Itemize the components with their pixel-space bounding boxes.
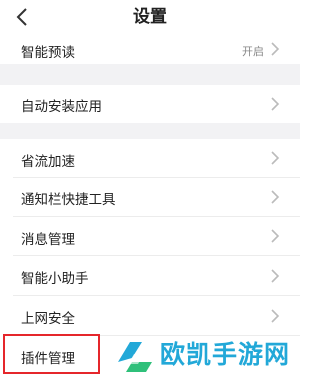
chevron-right-icon: [271, 190, 280, 204]
watermark-text: 欧凯手游网: [160, 340, 291, 369]
setting-value: 开启: [242, 45, 264, 58]
setting-label: 上网安全: [21, 311, 75, 327]
page-title: 设置: [133, 7, 167, 27]
chevron-right-icon: [271, 309, 280, 323]
watermark: 欧凯手游网: [112, 330, 297, 382]
chevron-right-icon: [271, 151, 280, 165]
setting-label: 省流加速: [21, 154, 75, 170]
setting-label: 自动安装应用: [21, 99, 102, 115]
top-bar: 设置: [0, 0, 300, 34]
setting-label: 通知栏快捷工具: [21, 192, 116, 208]
highlight-box: [3, 334, 100, 374]
section-separator: [0, 64, 300, 85]
chevron-right-icon: [271, 42, 280, 56]
setting-data-saver[interactable]: 省流加速: [0, 139, 300, 177]
setting-smart-preload[interactable]: 智能预读 开启: [0, 34, 300, 64]
setting-label: 智能小助手: [21, 271, 89, 287]
chevron-right-icon: [271, 269, 280, 283]
setting-label: 消息管理: [21, 232, 75, 248]
setting-notification-tools[interactable]: 通知栏快捷工具: [0, 178, 300, 216]
setting-auto-install[interactable]: 自动安装应用: [0, 85, 300, 123]
setting-label: 智能预读: [21, 45, 75, 61]
setting-message-management[interactable]: 消息管理: [0, 217, 300, 255]
setting-smart-assistant[interactable]: 智能小助手: [0, 256, 300, 295]
watermark-logo-icon: [118, 342, 152, 372]
section-separator: [0, 123, 300, 139]
chevron-right-icon: [271, 229, 280, 243]
chevron-right-icon: [271, 97, 280, 111]
